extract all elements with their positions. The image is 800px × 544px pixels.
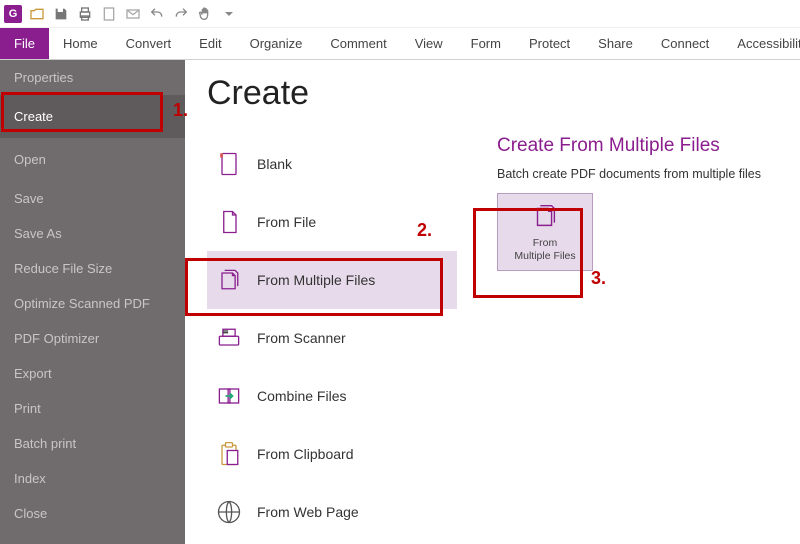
create-option-label: From Multiple Files bbox=[257, 272, 375, 288]
print-icon[interactable] bbox=[76, 5, 94, 23]
undo-icon[interactable] bbox=[148, 5, 166, 23]
dropdown-icon[interactable] bbox=[220, 5, 238, 23]
clipboard-icon bbox=[215, 440, 243, 468]
tab-view[interactable]: View bbox=[401, 28, 457, 59]
detail-title: Create From Multiple Files bbox=[497, 135, 780, 157]
tab-connect[interactable]: Connect bbox=[647, 28, 723, 59]
create-option-label: Blank bbox=[257, 156, 292, 172]
file-icon bbox=[215, 208, 243, 236]
app-logo: G bbox=[4, 5, 22, 23]
create-option-label: From Clipboard bbox=[257, 446, 353, 462]
tab-form[interactable]: Form bbox=[457, 28, 515, 59]
create-detail-panel: Create From Multiple Files Batch create … bbox=[497, 135, 780, 541]
tab-share[interactable]: Share bbox=[584, 28, 647, 59]
multi-file-icon bbox=[530, 201, 560, 231]
sidebar-item-print[interactable]: Print bbox=[0, 391, 185, 426]
create-option-from-web-page[interactable]: From Web Page bbox=[207, 483, 457, 541]
quick-access-toolbar: G bbox=[0, 0, 800, 28]
create-option-label: From File bbox=[257, 214, 316, 230]
tab-home[interactable]: Home bbox=[49, 28, 112, 59]
sidebar-item-export[interactable]: Export bbox=[0, 356, 185, 391]
create-option-from-multiple-files[interactable]: From Multiple Files bbox=[207, 251, 457, 309]
sidebar-item-create[interactable]: Create bbox=[0, 95, 185, 138]
multi-file-icon bbox=[215, 266, 243, 294]
sidebar-item-index[interactable]: Index bbox=[0, 461, 185, 496]
combine-files-icon bbox=[215, 382, 243, 410]
tab-convert[interactable]: Convert bbox=[112, 28, 186, 59]
create-option-label: Combine Files bbox=[257, 388, 346, 404]
create-option-from-scanner[interactable]: From Scanner bbox=[207, 309, 457, 367]
create-option-blank[interactable]: Blank bbox=[207, 135, 457, 193]
sidebar-item-open[interactable]: Open bbox=[0, 138, 185, 181]
page-title: Create bbox=[207, 74, 780, 113]
tab-organize[interactable]: Organize bbox=[236, 28, 317, 59]
sidebar-item-close[interactable]: Close bbox=[0, 496, 185, 531]
blank-page-icon bbox=[215, 150, 243, 178]
tab-file[interactable]: File bbox=[0, 28, 49, 59]
save-icon[interactable] bbox=[52, 5, 70, 23]
tab-protect[interactable]: Protect bbox=[515, 28, 584, 59]
sidebar-item-optimize-scanned-pdf[interactable]: Optimize Scanned PDF bbox=[0, 286, 185, 321]
tab-edit[interactable]: Edit bbox=[185, 28, 235, 59]
sidebar-item-pdf-optimizer[interactable]: PDF Optimizer bbox=[0, 321, 185, 356]
sidebar-item-batch-print[interactable]: Batch print bbox=[0, 426, 185, 461]
sidebar-item-properties[interactable]: Properties bbox=[0, 60, 185, 95]
create-option-from-file[interactable]: From File bbox=[207, 193, 457, 251]
globe-icon bbox=[215, 498, 243, 526]
create-option-combine-files[interactable]: Combine Files bbox=[207, 367, 457, 425]
create-option-label: From Scanner bbox=[257, 330, 346, 346]
mail-icon[interactable] bbox=[124, 5, 142, 23]
open-icon[interactable] bbox=[28, 5, 46, 23]
tile-label: From Multiple Files bbox=[514, 237, 575, 262]
file-menu-sidebar: Properties Create Open Save Save As Redu… bbox=[0, 60, 185, 544]
create-option-from-clipboard[interactable]: From Clipboard bbox=[207, 425, 457, 483]
tab-comment[interactable]: Comment bbox=[316, 28, 400, 59]
hand-tool-icon[interactable] bbox=[196, 5, 214, 23]
redo-icon[interactable] bbox=[172, 5, 190, 23]
detail-description: Batch create PDF documents from multiple… bbox=[497, 167, 780, 181]
sidebar-item-save-as[interactable]: Save As bbox=[0, 216, 185, 251]
scanner-icon bbox=[215, 324, 243, 352]
create-options-list: Blank From File From Multiple Files From… bbox=[207, 135, 457, 541]
tab-accessibility[interactable]: Accessibility bbox=[723, 28, 800, 59]
blank-doc-icon[interactable] bbox=[100, 5, 118, 23]
from-multiple-files-tile[interactable]: From Multiple Files bbox=[497, 193, 593, 271]
ribbon-tabs: File Home Convert Edit Organize Comment … bbox=[0, 28, 800, 60]
sidebar-item-reduce-file-size[interactable]: Reduce File Size bbox=[0, 251, 185, 286]
content-panel: Create Blank From File From Multiple Fil… bbox=[185, 60, 800, 544]
create-option-label: From Web Page bbox=[257, 504, 359, 520]
sidebar-item-save[interactable]: Save bbox=[0, 181, 185, 216]
